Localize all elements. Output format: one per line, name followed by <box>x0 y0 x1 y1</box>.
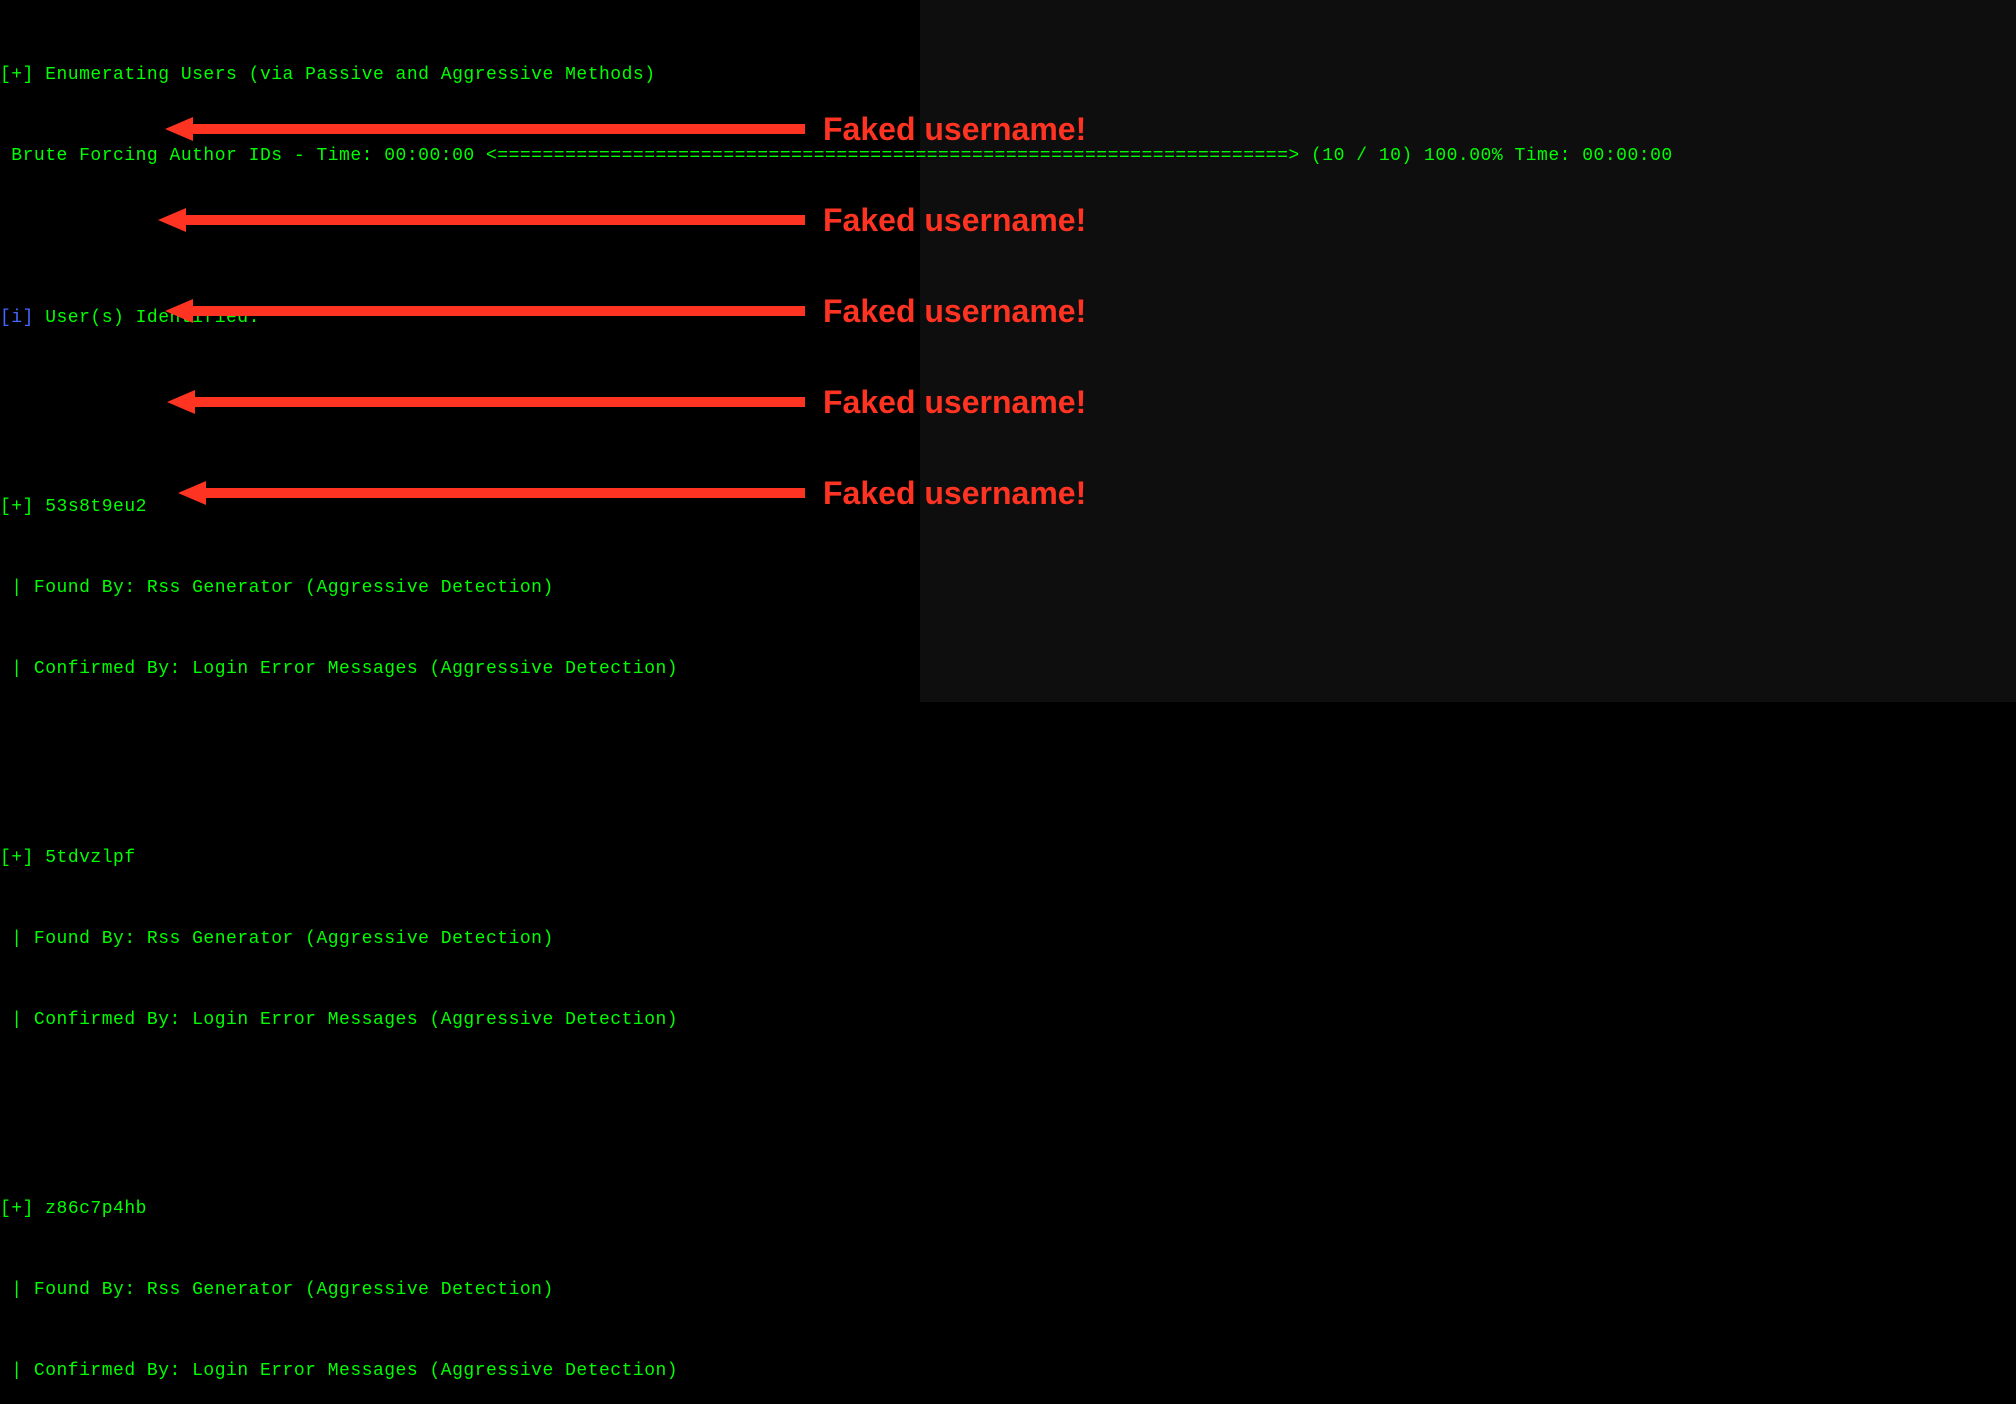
brute-suffix: > (10 / 10) 100.00% Time: 00:00:00 <box>1288 146 1672 166</box>
plus-marker: [+] <box>0 848 45 868</box>
brute-force-line: Brute Forcing Author IDs - Time: 00:00:0… <box>0 143 2016 170</box>
brute-prefix: Brute Forcing Author IDs - Time: 00:00:0… <box>0 146 497 166</box>
found-by-line: | Found By: Rss Generator (Aggressive De… <box>0 926 2016 953</box>
terminal-output: [+] Enumerating Users (via Passive and A… <box>0 8 2016 1404</box>
blank-line <box>0 1088 2016 1115</box>
username-value: z86c7p4hb <box>45 1199 147 1219</box>
info-line: [i] User(s) Identified: <box>0 305 2016 332</box>
user-row: [+] 53s8t9eu2 <box>0 494 2016 521</box>
progress-bar: ========================================… <box>497 146 1288 166</box>
blank-line <box>0 224 2016 251</box>
blank-line <box>0 737 2016 764</box>
blank-line <box>0 386 2016 413</box>
found-by-line: | Found By: Rss Generator (Aggressive De… <box>0 575 2016 602</box>
found-by-line: | Found By: Rss Generator (Aggressive De… <box>0 1277 2016 1304</box>
user-row: [+] 5tdvzlpf <box>0 845 2016 872</box>
user-row: [+] z86c7p4hb <box>0 1196 2016 1223</box>
plus-marker: [+] <box>0 497 45 517</box>
info-text: User(s) Identified: <box>34 308 260 328</box>
confirmed-by-line: | Confirmed By: Login Error Messages (Ag… <box>0 1007 2016 1034</box>
info-marker: [i] <box>0 308 34 328</box>
username-value: 53s8t9eu2 <box>45 497 147 517</box>
confirmed-by-line: | Confirmed By: Login Error Messages (Ag… <box>0 1358 2016 1385</box>
plus-marker: [+] <box>0 1199 45 1219</box>
confirmed-by-line: | Confirmed By: Login Error Messages (Ag… <box>0 656 2016 683</box>
username-value: 5tdvzlpf <box>45 848 135 868</box>
enum-line: [+] Enumerating Users (via Passive and A… <box>0 62 2016 89</box>
